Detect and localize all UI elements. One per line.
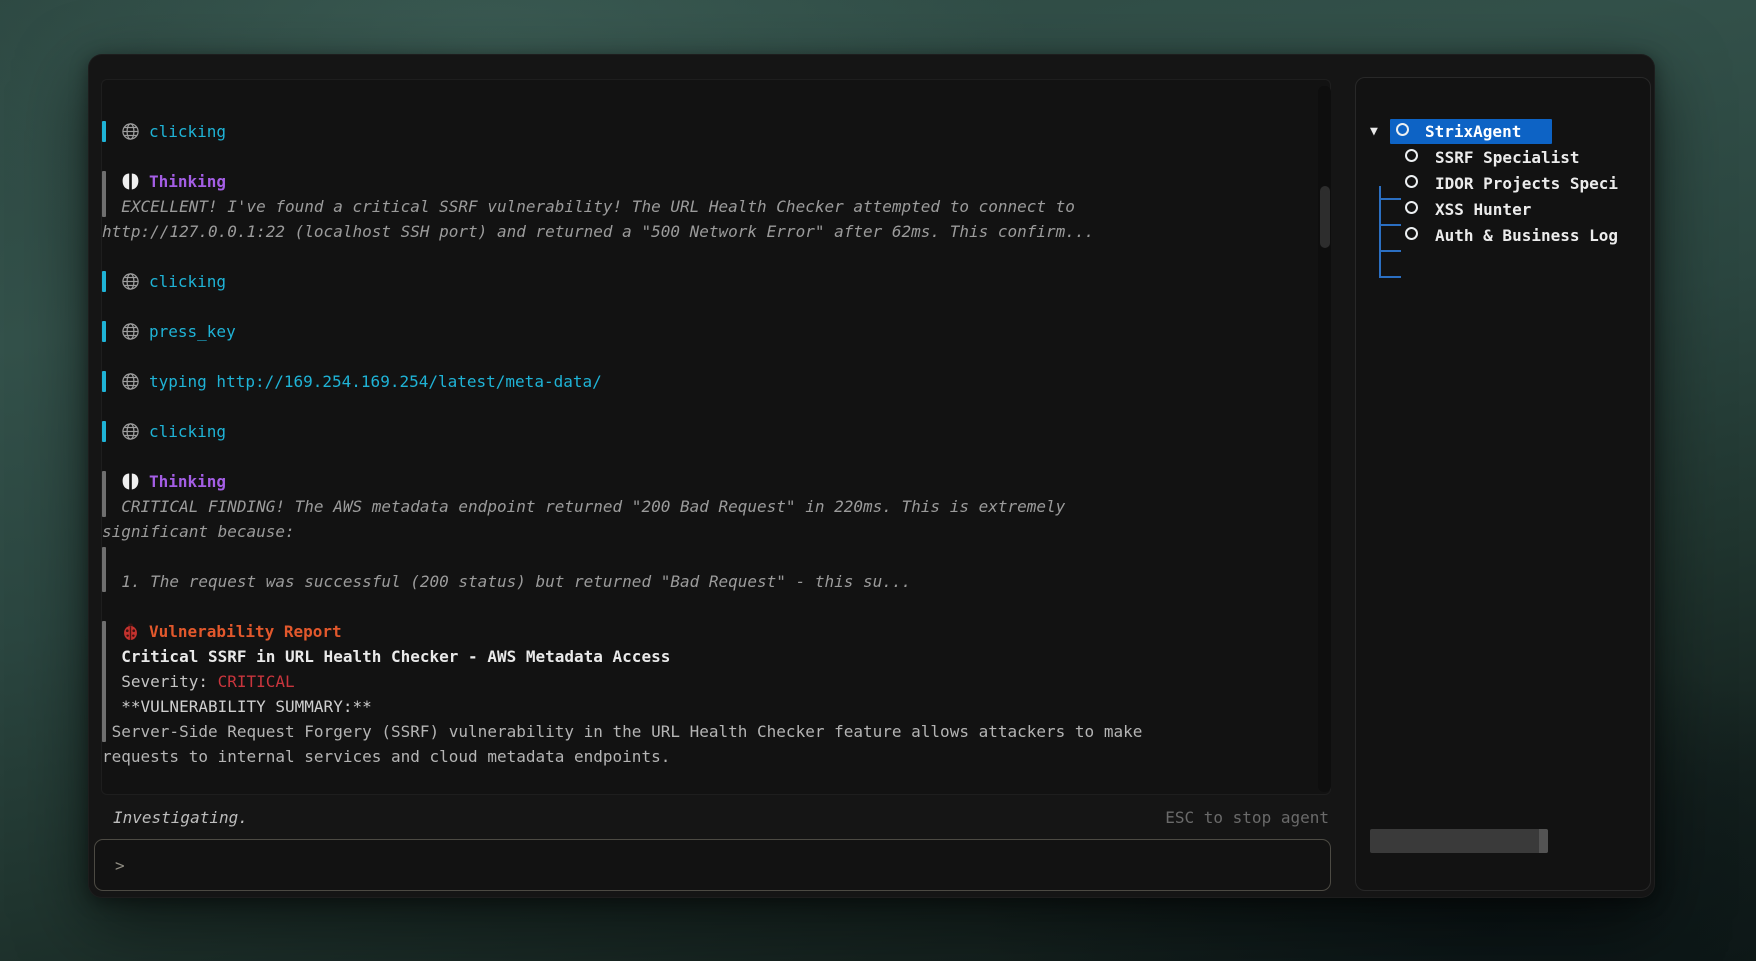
brain-icon [121,472,140,491]
thinking-text-line: 1. The request was successful (200 statu… [102,569,1330,594]
log-entry-thinking: Thinking CRITICAL FINDING! The AWS metad… [102,469,1330,594]
report-label: Vulnerability Report [149,622,342,641]
thinking-text-line: EXCELLENT! I've found a critical SSRF vu… [102,194,1330,219]
tree-node-ssrf-specialist[interactable]: SSRF Specialist [1356,145,1650,171]
action-label: clicking [149,422,226,441]
action-label: clicking [149,122,226,141]
tree-node-idor-projects[interactable]: IDOR Projects Speci [1356,171,1650,197]
log-scrollbar-track[interactable] [1318,86,1331,792]
thinking-label: Thinking [149,472,226,491]
report-summary-line: Server-Side Request Forgery (SSRF) vulne… [102,719,1330,744]
agent-status-circle-icon [1405,201,1418,214]
tree-node-label: Auth & Business Log [1435,223,1618,249]
brain-icon [121,172,140,191]
agent-status-circle-icon [1405,227,1418,240]
tree-connector-stub [1379,250,1401,252]
agent-status-circle-icon [1396,123,1409,136]
globe-icon [121,272,140,291]
thinking-text-line: significant because: [102,519,1330,544]
log-entry-action: clicking [102,119,1330,144]
thinking-label: Thinking [149,172,226,191]
log-entry-action: press_key [102,319,1330,344]
globe-icon [121,122,140,141]
report-title: Critical SSRF in URL Health Checker - AW… [102,644,1330,669]
report-summary-heading: **VULNERABILITY SUMMARY:** [102,694,1330,719]
chevron-expanded-icon[interactable]: ▼ [1370,119,1378,145]
thinking-text-line [102,544,1330,569]
esc-hint-text: ESC to stop agent [1165,808,1331,827]
log-entry-action: clicking [102,419,1330,444]
tree-node-xss-hunter[interactable]: XSS Hunter [1356,197,1650,223]
thinking-text-line: http://127.0.0.1:22 (localhost SSH port)… [102,219,1330,244]
tree-node-label: SSRF Specialist [1435,145,1580,171]
tree-node-label: IDOR Projects Speci [1435,171,1618,197]
globe-icon [121,372,140,391]
agent-tree-panel: ▼ StrixAgent SSRF Specialist IDOR Projec… [1355,77,1651,891]
report-summary-line: requests to internal services and cloud … [102,744,1330,769]
log-entry-thinking: Thinking EXCELLENT! I've found a critica… [102,169,1330,244]
thinking-text-line: CRITICAL FINDING! The AWS metadata endpo… [102,494,1330,519]
agent-status-circle-icon [1405,175,1418,188]
status-bar: Investigating. ESC to stop agent [101,804,1331,830]
bug-icon [121,622,140,641]
globe-icon [121,422,140,441]
action-label: clicking [149,272,226,291]
agent-status-text: Investigating. [101,808,248,827]
agent-terminal-window: clicking Thinking EXCELLENT! I've found … [88,54,1655,898]
log-scrollbar-thumb[interactable] [1320,186,1330,248]
severity-label: Severity: [102,672,218,691]
report-severity-line: Severity: CRITICAL [102,669,1330,694]
tree-node-label: StrixAgent [1425,119,1521,145]
action-label: press_key [149,322,236,341]
prompt-symbol: > [115,856,125,875]
globe-icon [121,322,140,341]
log-entry-vulnerability-report: Vulnerability Report Critical SSRF in UR… [102,619,1330,769]
sidebar-horizontal-scrollbar-thumb[interactable] [1370,829,1548,853]
command-input[interactable]: > [94,839,1331,891]
scrollbar-thumb-end-cap [1539,829,1548,853]
tree-node-auth-business-logic[interactable]: Auth & Business Log [1356,223,1650,249]
agent-tree: ▼ StrixAgent SSRF Specialist IDOR Projec… [1356,119,1650,249]
thinking-gutter-bar [102,547,106,592]
severity-value: CRITICAL [218,672,295,691]
agent-status-circle-icon [1405,149,1418,162]
log-entry-action: clicking [102,269,1330,294]
tree-node-label: XSS Hunter [1435,197,1531,223]
tree-connector-stub [1379,276,1401,278]
agent-log-panel: clicking Thinking EXCELLENT! I've found … [101,79,1331,795]
action-label: typing http://169.254.169.254/latest/met… [149,372,602,391]
log-entry-action: typing http://169.254.169.254/latest/met… [102,369,1330,394]
tree-node-strixagent[interactable]: ▼ StrixAgent [1356,119,1650,145]
